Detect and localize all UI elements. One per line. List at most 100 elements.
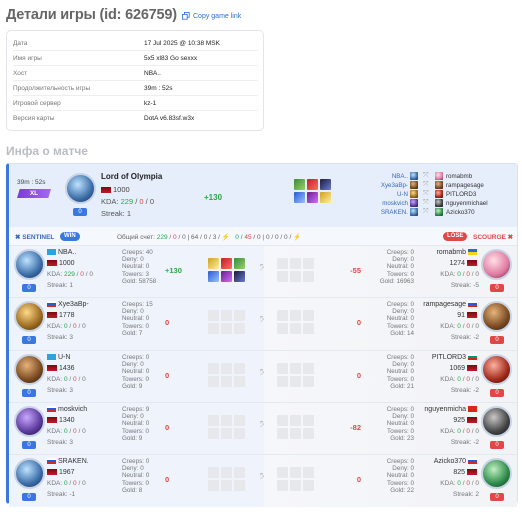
info-key: Хост [13,69,28,77]
assists: 0 [475,428,479,435]
item-slot [234,415,245,426]
list-item[interactable]: PITLORD3 [446,190,488,199]
player-name[interactable]: nguyenmicha [424,406,479,413]
kills: 0 [63,376,68,383]
gold: Gold: 23 [390,434,414,442]
item-slot [303,467,314,478]
item-slot [277,415,288,426]
item-slot [277,480,288,491]
player-name-text: Xye3aBp- [58,301,89,308]
hero-icon [410,199,418,207]
list-item[interactable]: SRAKEN. [381,208,408,217]
sentinel-list: NBA.. Xye3aBp- U-N moskvich SRAKEN. [381,172,408,217]
item-grid [208,363,245,387]
mvp-name[interactable]: Lord of Olympia [101,172,162,181]
scourge-player: -82 Creeps: 0 Deny: 0 Neutral: 0 Towers: 0G… [264,403,517,455]
list-item[interactable]: U-N [381,190,408,199]
player-name[interactable]: rampagesage [423,301,479,308]
mvp-streak: Streak: 1 [101,209,132,218]
deny: Deny: 0 [392,308,414,316]
country-flag-icon [47,301,56,308]
hero-avatar[interactable] [481,458,512,489]
hero-avatar[interactable] [14,249,45,280]
player-name[interactable]: NBA.. [47,249,76,256]
info-value: 39m : 52s [144,84,173,92]
scourge-player: 0 Creeps: 0 Deny: 0 Neutral: 0 Towers: 0 Gol… [264,298,517,350]
hero-icon [435,172,443,180]
item-slot [221,428,232,439]
table-row: 0 Xye3aBp- 1778 KDA: 0 / 0 / 0 Streak: 3… [9,297,517,350]
player-name[interactable]: Azicko370 [434,458,479,465]
list-item[interactable]: NBA.. [381,172,408,181]
hero-avatar[interactable] [481,301,512,332]
info-value: 17 Jul 2025 @ 10:38 MSK [144,39,220,47]
assists: 0 [82,428,86,435]
list-item[interactable]: romabmb [446,172,488,181]
player-stats: Creeps: 0 Deny: 0 Neutral: 0 Towers: 0 Gold:… [387,354,414,390]
item-slot [290,467,301,478]
gold: Gold: 14 [390,329,414,337]
hero-avatar[interactable] [14,354,45,385]
score-x: 0 [274,233,279,241]
item-slot [208,480,219,491]
player-name[interactable]: PITLORD3 [432,354,479,361]
score-towers: 64 [191,233,199,241]
country-flag-icon [468,354,477,361]
neutral: Neutral: 0 [122,263,150,271]
duration: 39m : 52s [17,179,46,186]
kills: 0 [457,480,461,487]
hero-avatar[interactable] [14,406,45,437]
kills: 0 [63,428,68,435]
hero-avatar[interactable] [14,301,45,332]
rating-value: 1967 [59,469,75,476]
hero-avatar[interactable] [481,406,512,437]
rating-value: 1436 [59,365,75,372]
info-key: Версия карты [13,115,55,122]
player-name[interactable]: U-N [47,354,70,361]
item-slot [234,310,245,321]
player-streak: Streak: 3 [47,334,74,341]
score-assists: 0 [182,233,186,241]
copy-game-link[interactable]: Copy game link [182,12,241,20]
hero-avatar[interactable] [481,354,512,385]
player-name[interactable]: moskvich [47,406,87,413]
towers: Towers: 0 [387,375,414,383]
item-grid [208,310,245,334]
rating-delta: +130 [165,266,182,275]
item-icon [208,258,219,269]
player-kda: KDA: 0 / 0 / 0 [440,480,479,487]
hero-icon [435,181,443,189]
player-rating: 1274 [449,260,479,267]
list-item[interactable]: Azicko370 [446,208,488,217]
player-name[interactable]: Xye3aBp- [47,301,89,308]
hero-avatar[interactable] [481,249,512,280]
assists: 0 [82,323,86,330]
item-slot [221,467,232,478]
player-name[interactable]: SRAKEN. [47,458,89,465]
player-name[interactable]: romabmb [436,249,479,256]
list-item[interactable]: rampagesage [446,181,488,190]
rank-icon [47,312,57,319]
list-item[interactable]: nguyenmichael [446,199,488,208]
creeps: Creeps: 0 [386,354,414,361]
neutral: Neutral: 0 [386,368,414,376]
item-slot [277,376,288,387]
table-row: 0 NBA.. 1000 KDA: 229 / 0 / 0 Streak: 1 … [9,245,517,298]
deny: Deny: 0 [392,465,414,473]
towers: Towers: 0 [122,479,149,487]
list-item[interactable]: moskvich [381,199,408,208]
player-rating: 825 [453,469,479,476]
hero-avatar[interactable] [14,458,45,489]
neutral: Neutral: 0 [122,315,150,323]
kills: 229 [63,271,75,278]
kills: 0 [457,271,461,278]
item-slot [277,363,288,374]
deaths: 0 [466,480,470,487]
info-row: Игровой сервер kz-1 [13,96,258,111]
list-item[interactable]: Xye3aBp- [381,181,408,190]
info-value: NBA.. [144,69,161,77]
deaths: 0 [466,376,470,383]
towers: Towers: 0 [122,375,149,383]
item-slot [221,363,232,374]
item-icon [294,192,305,203]
